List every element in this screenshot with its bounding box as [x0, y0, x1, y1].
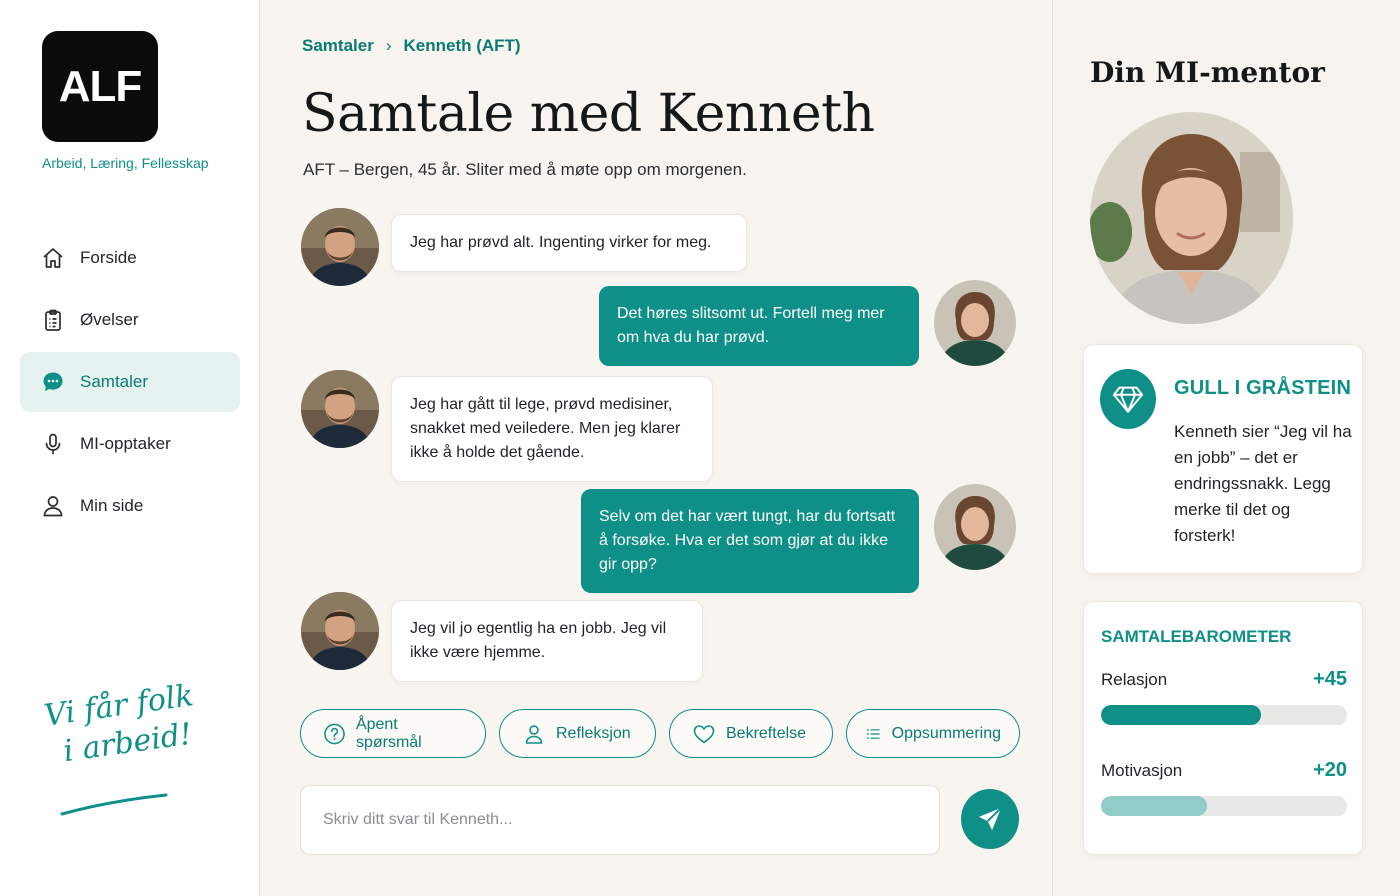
chip-bekreftelse[interactable]: Bekreftelse: [669, 709, 833, 758]
heart-icon: [693, 724, 715, 743]
kenneth-avatar: [301, 370, 379, 448]
nav-label: MI-opptaker: [80, 434, 171, 453]
chat-message-user: Det høres slitsomt ut. Fortell meg mer o…: [599, 286, 919, 366]
breadcrumb: Samtaler › Kenneth (AFT): [302, 36, 521, 56]
breadcrumb-samtaler[interactable]: Samtaler: [302, 36, 374, 56]
chip-label: Oppsummering: [891, 724, 1001, 742]
chat-message-client: Jeg har gått til lege, prøvd medisiner, …: [391, 376, 713, 482]
barometer-title: SAMTALEBAROMETER: [1101, 627, 1292, 646]
nav-label: Samtaler: [80, 372, 149, 391]
tip-card: GULL I GRÅSTEIN Kenneth sier “Jeg vil ha…: [1083, 344, 1363, 574]
send-button[interactable]: [961, 789, 1019, 849]
slogan-underline: [60, 793, 168, 816]
progress-fill: [1101, 705, 1261, 725]
list-icon: [866, 728, 880, 739]
chip-label: Bekreftelse: [726, 724, 807, 742]
nav-item-samtaler[interactable]: Samtaler: [20, 352, 240, 412]
sidebar: ALF Arbeid, Læring, Fellesskap Forside Ø…: [0, 0, 260, 896]
chat-message-user: Selv om det har vært tungt, har du forts…: [581, 489, 919, 593]
page-subtitle: AFT – Bergen, 45 år. Sliter med å møte o…: [303, 160, 747, 179]
chat-message-client: Jeg har prøvd alt. Ingenting virker for …: [391, 214, 747, 272]
metric-motivasjon: Motivasjon +20: [1101, 759, 1347, 816]
chip-refleksjon[interactable]: Refleksjon: [499, 709, 656, 758]
nav-item-ovelser[interactable]: Øvelser: [20, 290, 240, 350]
send-icon: [978, 807, 1002, 831]
tagline: Arbeid, Læring, Fellesskap: [42, 155, 209, 171]
reply-input-box: [300, 785, 940, 855]
kenneth-avatar: [301, 208, 379, 286]
tip-title: GULL I GRÅSTEIN: [1174, 377, 1352, 399]
metric-value: +45: [1313, 668, 1347, 690]
mentor-title: Din MI-mentor: [1090, 56, 1325, 89]
page-title: Samtale med Kenneth: [302, 84, 875, 144]
tip-text: Kenneth sier “Jeg vil ha en jobb” – det …: [1174, 422, 1352, 545]
alf-logo[interactable]: ALF: [42, 31, 158, 142]
mentor-avatar: [934, 280, 1016, 366]
chip-label: Åpent spørsmål: [355, 715, 422, 751]
user-icon: [40, 493, 66, 519]
mentor-panel: Din MI-mentor GULL I GRÅSTEIN Kenneth si…: [1052, 0, 1400, 896]
microphone-icon: [40, 431, 66, 457]
response-type-chips: Åpent spørsmål Refleksjon Bekreftelse Op…: [300, 709, 1020, 758]
metric-value: +20: [1313, 759, 1347, 781]
conversation-panel: Samtaler › Kenneth (AFT) Samtale med Ken…: [261, 0, 1051, 896]
metric-label: Motivasjon: [1101, 761, 1183, 780]
mentor-photo: [1090, 112, 1293, 324]
metric-label: Relasjon: [1101, 670, 1168, 689]
barometer-card: SAMTALEBAROMETER Relasjon +45 Motivasjon…: [1083, 601, 1363, 855]
chip-oppsummering[interactable]: Oppsummering: [846, 709, 1020, 758]
main-nav: Forside Øvelser Samtaler MI-opptaker Min…: [20, 228, 240, 538]
chip-apent-sporsmal[interactable]: Åpent spørsmål: [300, 709, 486, 758]
clipboard-icon: [40, 307, 66, 333]
slogan: Vi får folk i arbeid!: [42, 677, 201, 773]
nav-label: Min side: [80, 496, 144, 515]
chip-label: Refleksjon: [556, 724, 631, 742]
metric-relasjon: Relasjon +45: [1101, 668, 1347, 725]
nav-item-forside[interactable]: Forside: [20, 228, 240, 288]
chat-icon: [40, 369, 66, 395]
nav-label: Forside: [80, 248, 137, 267]
chat-message-client: Jeg vil jo egentlig ha en jobb. Jeg vil …: [391, 600, 703, 682]
kenneth-avatar: [301, 592, 379, 670]
progress-fill: [1101, 796, 1207, 816]
nav-item-min-side[interactable]: Min side: [20, 476, 240, 536]
person-icon: [525, 724, 543, 744]
question-icon: [324, 723, 345, 744]
breadcrumb-kenneth[interactable]: Kenneth (AFT): [404, 36, 521, 56]
chevron-right-icon: ›: [385, 36, 392, 55]
nav-item-mi-opptaker[interactable]: MI-opptaker: [20, 414, 240, 474]
progress-track: [1101, 705, 1347, 725]
reply-input[interactable]: [323, 811, 917, 829]
mentor-avatar: [934, 484, 1016, 570]
nav-label: Øvelser: [80, 310, 139, 329]
home-icon: [40, 245, 66, 271]
progress-track: [1101, 796, 1347, 816]
diamond-icon: [1100, 369, 1156, 429]
